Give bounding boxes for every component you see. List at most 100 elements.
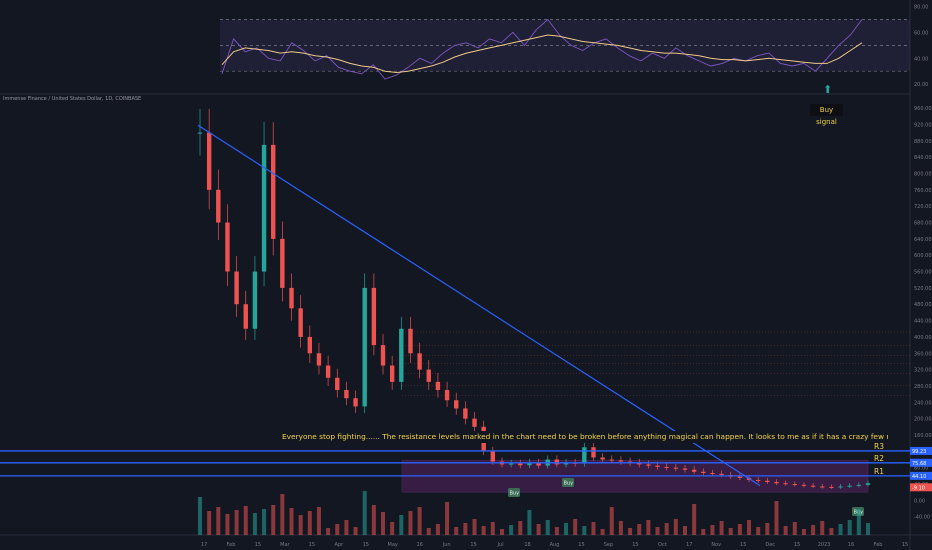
price-candle: [810, 485, 816, 487]
time-tick-label: 18: [524, 542, 530, 548]
time-tick-label: Jun: [442, 542, 451, 548]
price-candle: [307, 336, 313, 354]
volume-bar: [399, 515, 404, 535]
price-candle: [298, 308, 303, 337]
volume-bar: [262, 509, 267, 535]
price-tick-label: 720.00: [914, 204, 932, 210]
price-candle: [664, 466, 669, 468]
volume-bar: [820, 521, 825, 535]
price-candle: [838, 486, 843, 488]
volume-bar: [435, 524, 440, 535]
time-tick-label: 15: [794, 542, 800, 548]
time-tick-label: Oct: [658, 542, 667, 548]
volume-bar: [719, 521, 724, 535]
buy-badge: Buy: [564, 481, 574, 487]
volume-bar: [381, 512, 386, 535]
price-tick-label: 240.00: [914, 400, 932, 406]
price-candle: [701, 471, 706, 474]
volume-bar: [344, 520, 349, 535]
price-tick-label: 600.00: [914, 253, 932, 259]
volume-bar: [838, 524, 843, 535]
volume-bar: [655, 527, 660, 535]
volume-bar: [527, 510, 532, 535]
time-tick-label: Feb: [874, 542, 883, 548]
volume-bar: [289, 508, 294, 535]
price-candle: [371, 287, 377, 346]
volume-bar: [353, 527, 358, 535]
time-tick-label: May: [388, 542, 398, 548]
annotation-note: Everyone stop fighting...... The resista…: [279, 431, 888, 443]
volume-bar: [536, 524, 541, 535]
volume-bar: [728, 528, 733, 535]
price-candle: [362, 287, 367, 407]
price-tick-label: -40.00: [914, 515, 930, 521]
price-candle: [289, 287, 294, 309]
volume-bar: [234, 510, 239, 535]
price-candle: [280, 238, 285, 288]
price-tick-label: 360.00: [914, 351, 932, 357]
time-tick-label: 15: [309, 542, 315, 548]
price-tag: -9.10: [912, 485, 925, 491]
price-candle: [829, 486, 834, 488]
volume-bar: [673, 519, 678, 535]
price-candle: [225, 222, 230, 272]
time-tick-label: 15: [255, 542, 261, 548]
volume-bar: [783, 526, 788, 535]
time-tick-label: 2023: [818, 542, 831, 548]
price-tick-label: 0.00: [914, 498, 925, 504]
price-tick-label: 520.00: [914, 286, 932, 292]
chart-canvas[interactable]: R3R2R1BuyBuyBuy 80.0060.0040.0020.00960.…: [0, 0, 932, 550]
price-candle: [646, 464, 651, 466]
time-tick-label: Aug: [550, 542, 560, 548]
oscillator-tick-label: 60.00: [914, 30, 928, 36]
volume-bar: [509, 525, 514, 535]
time-tick-label: 17: [686, 542, 692, 548]
volume-bar: [472, 519, 477, 535]
price-candle: [673, 467, 679, 469]
price-tick-label: 400.00: [914, 335, 932, 341]
volume-bar: [811, 525, 816, 535]
price-candle: [737, 476, 743, 478]
volume-bar: [252, 513, 257, 535]
oscillator-tick-label: 80.00: [914, 5, 928, 11]
price-tick-label: 760.00: [914, 188, 932, 194]
volume-bar: [243, 506, 248, 535]
buy-badge: Buy: [510, 491, 520, 497]
volume-bar: [692, 504, 697, 535]
time-tick-label: 16: [848, 542, 854, 548]
price-candle: [325, 365, 331, 378]
oscillator-tick-label: 40.00: [914, 56, 928, 62]
volume-bar: [609, 507, 614, 535]
arrow-up-icon: ⬆: [823, 83, 833, 96]
volume-bar: [207, 511, 212, 535]
time-tick-label: Feb: [227, 542, 236, 548]
buy-signal-label: Buy signal: [810, 104, 843, 126]
price-candle: [454, 400, 459, 409]
volume-bar: [408, 511, 413, 535]
price-tick-label: 200.00: [914, 417, 932, 423]
price-candle: [316, 353, 322, 366]
price-candle: [719, 473, 724, 476]
time-tick-label: 15: [578, 542, 584, 548]
price-candle: [252, 271, 258, 329]
volume-bar: [710, 525, 715, 535]
volume-bar: [481, 526, 486, 535]
volume-bar: [518, 521, 523, 535]
volume-bar: [591, 522, 596, 535]
oscillator-tick-label: 20.00: [914, 82, 928, 88]
volume-bar: [390, 522, 395, 535]
time-tick-label: 15: [632, 542, 638, 548]
time-tick-label: 15: [740, 542, 746, 548]
time-tick-label: 15: [902, 542, 908, 548]
price-candle: [197, 132, 203, 134]
price-candle: [508, 463, 514, 465]
price-candle: [518, 463, 523, 466]
volume-bar: [801, 529, 806, 535]
volume-bar: [417, 507, 422, 535]
price-candle: [380, 345, 386, 366]
volume-bar: [756, 527, 761, 535]
price-candle: [353, 398, 358, 407]
volume-bar: [600, 529, 605, 535]
volume-bar: [582, 526, 587, 535]
price-candle: [444, 390, 450, 401]
